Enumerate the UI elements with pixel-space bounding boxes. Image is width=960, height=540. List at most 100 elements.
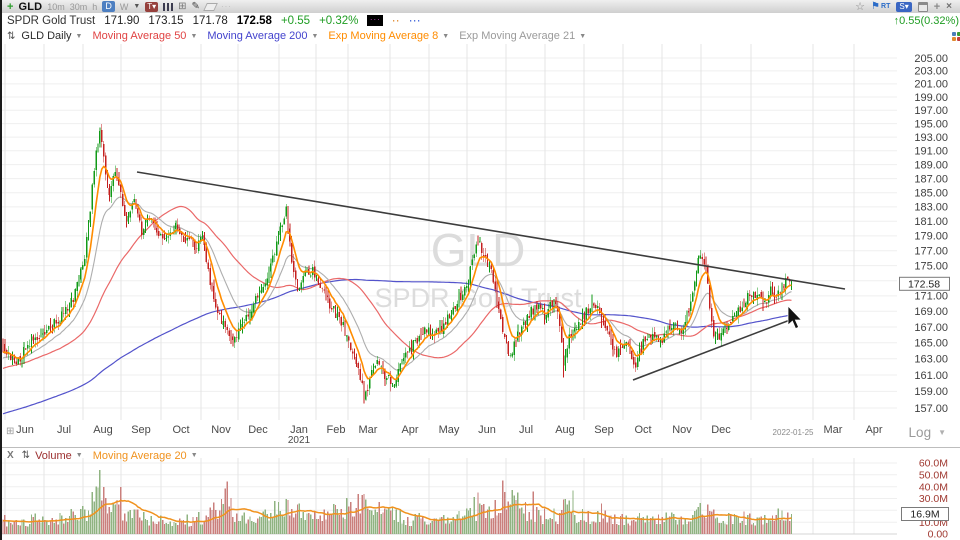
chevron-down-icon[interactable]: ▼ xyxy=(311,33,318,40)
volume-legend-items: Volume ▼ Moving Average 20 ▼ xyxy=(35,450,208,462)
note-marker-blue[interactable]: ··· xyxy=(409,16,421,26)
legend-item-label: GLD Daily xyxy=(21,30,72,42)
month-label: Dec xyxy=(248,424,268,436)
month-label: Sep xyxy=(131,424,151,436)
svg-text:159.00: 159.00 xyxy=(914,386,948,398)
svg-text:197.00: 197.00 xyxy=(914,105,948,117)
month-label: Jun xyxy=(16,424,34,436)
note-marker-orange[interactable]: ·· xyxy=(392,16,400,26)
svg-text:191.00: 191.00 xyxy=(914,146,948,158)
chart-style-button[interactable]: T▾ xyxy=(145,1,159,12)
note-marker-black[interactable]: ··· xyxy=(367,15,384,26)
month-label: Apr xyxy=(865,424,883,436)
reorder-icon[interactable]: ⇅ xyxy=(7,31,15,42)
scan-button[interactable]: S▾ xyxy=(896,1,912,12)
timeframe-30m[interactable]: 30m xyxy=(70,2,88,12)
month-label: Oct xyxy=(172,424,190,436)
symbol-name: SPDR Gold Trust xyxy=(7,14,96,27)
svg-text:205.00: 205.00 xyxy=(914,53,948,65)
legend-item-label: Moving Average 50 xyxy=(92,30,187,42)
eraser-icon[interactable] xyxy=(203,2,218,11)
scale-label: Log xyxy=(908,425,932,440)
more-tools-icon[interactable]: ··· xyxy=(221,2,232,11)
month-label: Mar xyxy=(358,424,378,436)
legend-items: GLD Daily ▼ Moving Average 50 ▼ Moving Avera… xyxy=(21,30,596,42)
svg-text:60.0M: 60.0M xyxy=(919,458,948,470)
symbol-field[interactable]: GLD xyxy=(18,1,42,13)
legend-item[interactable]: Moving Average 200 ▼ xyxy=(207,30,318,42)
volume-axis[interactable]: 60.0M50.0M40.0M30.0M10.0M0.00 xyxy=(919,458,948,540)
realtime-flag[interactable]: ⚑ RT xyxy=(871,1,890,12)
svg-text:0.00: 0.00 xyxy=(928,529,949,540)
change-value: +0.55 xyxy=(280,14,311,27)
change-percent: +0.32% xyxy=(319,14,359,27)
month-label: Nov xyxy=(672,424,692,436)
screen-left-edge xyxy=(0,0,2,540)
indicator-grid-icon[interactable]: ⊞ xyxy=(178,1,186,12)
scale-selector[interactable]: Log ▼ xyxy=(909,425,946,440)
chevron-down-icon[interactable]: ▼ xyxy=(190,33,197,40)
timeframe-h[interactable]: h xyxy=(92,2,97,12)
favorite-star-icon[interactable]: ☆ xyxy=(855,0,865,13)
move-window-icon[interactable]: + xyxy=(934,1,940,13)
main-price-chart[interactable]: GLDSPDR Gold Trust157.00159.00161.00163.… xyxy=(0,44,960,420)
svg-text:30.0M: 30.0M xyxy=(919,493,948,505)
volume-legend-item[interactable]: Volume ▼ xyxy=(35,450,83,462)
svg-text:161.00: 161.00 xyxy=(914,370,948,382)
last-volume-tag: 16.9M xyxy=(901,507,949,521)
svg-text:167.00: 167.00 xyxy=(914,322,948,334)
timeframe-D[interactable]: D xyxy=(102,1,115,12)
save-icon[interactable] xyxy=(917,1,928,12)
flag-icon: ⚑ xyxy=(871,1,881,12)
add-symbol-icon[interactable]: + xyxy=(7,1,13,12)
legend-item[interactable]: Exp Moving Average 8 ▼ xyxy=(328,30,449,42)
chevron-down-icon[interactable]: ▼ xyxy=(76,452,83,459)
timeframe-W[interactable]: W xyxy=(120,2,129,12)
open-price: 171.90 xyxy=(104,14,140,27)
chevron-down-icon[interactable]: ▼ xyxy=(442,33,449,40)
close-window-icon[interactable]: × xyxy=(946,1,952,12)
legend-item[interactable]: Moving Average 50 ▼ xyxy=(92,30,197,42)
volume-pane-header: X ⇅ Volume ▼ Moving Average 20 ▼ xyxy=(7,449,208,462)
chevron-down-icon[interactable]: ▼ xyxy=(191,452,198,459)
month-label: Jun xyxy=(478,424,496,436)
price-axis[interactable]: 157.00 159.00 161.00 163.00 165.00 167.00 169.… xyxy=(914,53,948,415)
volume-bars-icon[interactable] xyxy=(163,2,174,11)
high-price: 173.15 xyxy=(148,14,184,27)
timeframe-10m[interactable]: 10m xyxy=(47,2,65,12)
svg-text:183.00: 183.00 xyxy=(914,202,948,214)
svg-text:201.00: 201.00 xyxy=(914,79,948,91)
legend-item-label: Moving Average 200 xyxy=(207,30,308,42)
month-label: Mar xyxy=(823,424,843,436)
svg-text:187.00: 187.00 xyxy=(914,173,948,185)
quote-row: SPDR Gold Trust 171.90 173.15 171.78 172… xyxy=(0,13,960,28)
draw-pencil-icon[interactable]: ✎ xyxy=(192,1,200,12)
month-label: Nov xyxy=(211,424,231,436)
legend-item[interactable]: GLD Daily ▼ xyxy=(21,30,82,42)
volume-legend-item[interactable]: Moving Average 20 ▼ xyxy=(93,450,198,462)
month-label: Oct xyxy=(634,424,652,436)
svg-text:199.00: 199.00 xyxy=(914,92,948,104)
svg-text:177.00: 177.00 xyxy=(914,246,948,258)
last-price-tag: 172.58 xyxy=(899,276,950,291)
time-axis[interactable]: ⊞ Jun Jul Aug Sep Oct Nov Dec Jan 2021 Feb Mar Apr M… xyxy=(0,420,960,447)
layout-grid-icon[interactable] xyxy=(952,31,960,41)
legend-item-label: Exp Moving Average 21 xyxy=(459,30,576,42)
chart-corner-icon[interactable]: ⊞ xyxy=(6,426,14,437)
legend-item[interactable]: Exp Moving Average 21 ▼ xyxy=(459,30,586,42)
svg-text:189.00: 189.00 xyxy=(914,159,948,171)
mouse-cursor xyxy=(787,305,803,330)
chevron-down-icon[interactable]: ▼ xyxy=(579,33,586,40)
indicator-legend-row: ⇅ GLD Daily ▼ Moving Average 50 ▼ Moving Ave… xyxy=(0,28,960,44)
realtime-label: RT xyxy=(881,3,891,10)
svg-text:172.58: 172.58 xyxy=(908,279,940,291)
reorder-icon[interactable]: ⇅ xyxy=(22,450,30,461)
low-price: 171.78 xyxy=(192,14,228,27)
svg-text:157.00: 157.00 xyxy=(914,403,948,415)
volume-legend-label: Moving Average 20 xyxy=(92,449,187,462)
month-label: Dec xyxy=(711,424,731,436)
chevron-down-icon[interactable]: ▼ xyxy=(76,33,83,40)
trendline-support[interactable] xyxy=(632,319,791,381)
timeframe-dropdown-icon[interactable]: ▼ xyxy=(133,3,140,10)
close-volume-pane-button[interactable]: X xyxy=(7,450,14,461)
